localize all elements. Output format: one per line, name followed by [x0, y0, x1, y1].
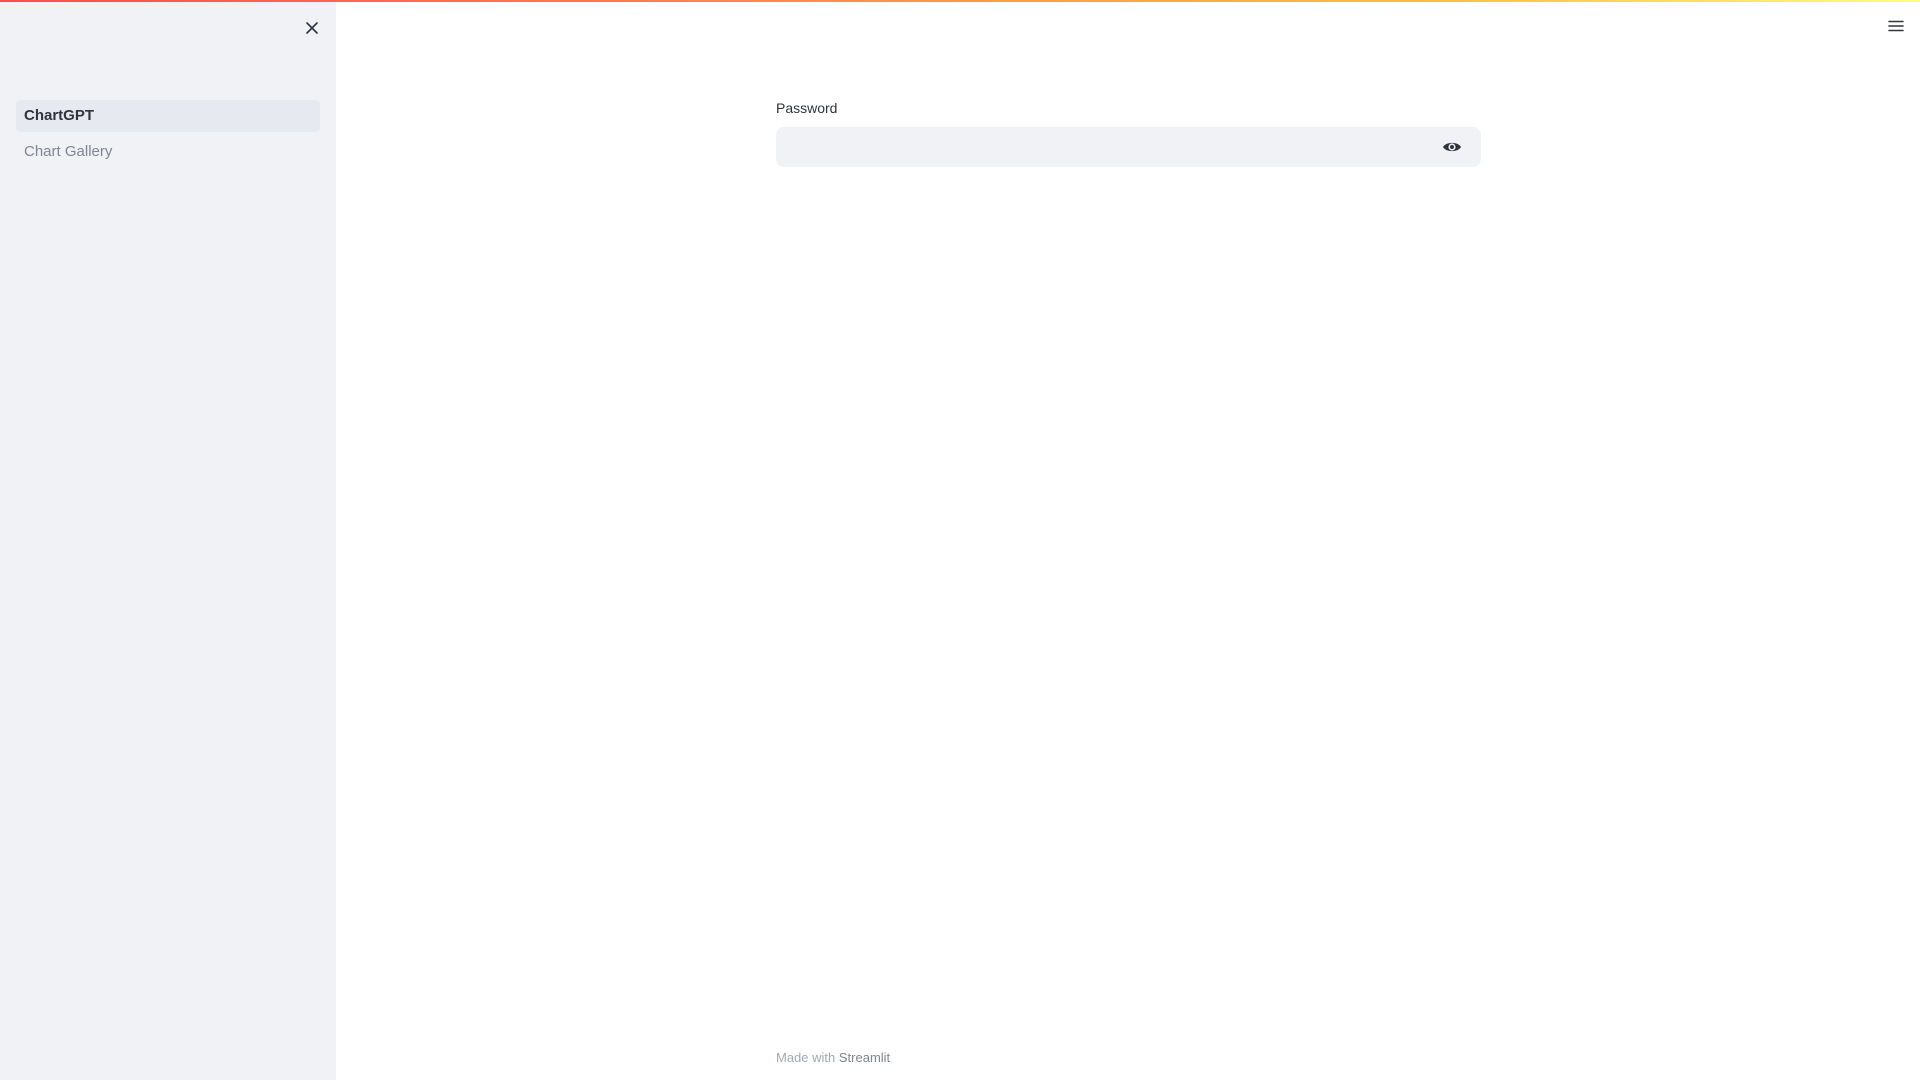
- password-field-container: [776, 127, 1481, 167]
- top-decoration-bar: [0, 0, 1920, 2]
- close-icon[interactable]: [300, 16, 324, 40]
- sidebar-item-chart-gallery[interactable]: Chart Gallery: [16, 136, 320, 168]
- footer-prefix: Made with: [776, 1050, 836, 1065]
- sidebar-item-chartgpt[interactable]: ChartGPT: [16, 100, 320, 132]
- main-content: Password Made with Streamlit: [336, 0, 1920, 1080]
- sidebar: ChartGPT Chart Gallery: [0, 0, 336, 1080]
- password-form: Password: [776, 98, 1481, 167]
- footer: Made with Streamlit: [776, 1050, 890, 1065]
- streamlit-link[interactable]: Streamlit: [839, 1050, 890, 1065]
- password-label: Password: [776, 100, 838, 116]
- password-input[interactable]: [776, 127, 1481, 167]
- sidebar-nav: ChartGPT Chart Gallery: [16, 100, 320, 172]
- eye-icon[interactable]: [1441, 136, 1463, 158]
